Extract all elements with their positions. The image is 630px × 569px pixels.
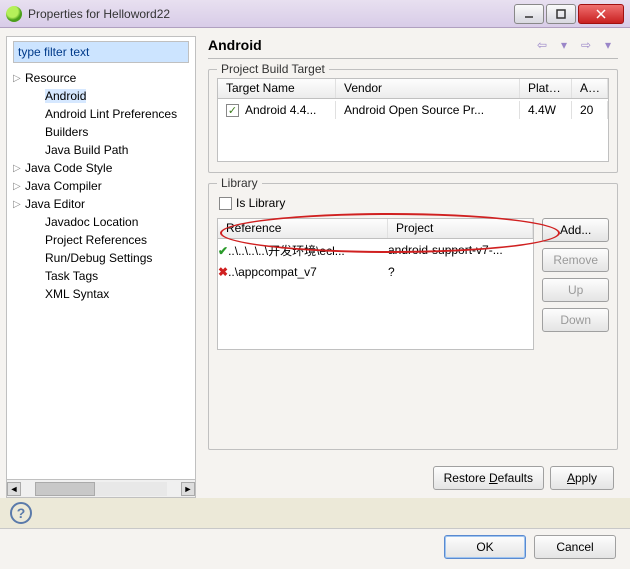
target-platform: 4.4W <box>520 101 572 119</box>
library-group: Library Is Library Reference Project ✔..… <box>208 183 618 450</box>
restore-defaults-button[interactable]: Restore Defaults <box>433 466 544 490</box>
col-target-name[interactable]: Target Name <box>218 79 336 98</box>
sidebar-item-project-references[interactable]: Project References <box>13 231 191 249</box>
sidebar-item-java-editor[interactable]: ▷Java Editor <box>13 195 191 213</box>
col-platform[interactable]: Platfo... <box>520 79 572 98</box>
sidebar-item-builders[interactable]: Builders <box>13 123 191 141</box>
sidebar-item-run-debug-settings[interactable]: Run/Debug Settings <box>13 249 191 267</box>
cancel-button[interactable]: Cancel <box>534 535 616 559</box>
project-name: android-support-v7-... <box>388 243 533 257</box>
sidebar-item-label: Run/Debug Settings <box>45 251 152 265</box>
app-icon <box>6 6 22 22</box>
sidebar: ▷ResourceAndroidAndroid Lint Preferences… <box>6 36 196 498</box>
sidebar-item-label: Java Code Style <box>25 161 112 175</box>
add-button[interactable]: Add... <box>542 218 609 242</box>
library-row[interactable]: ✔..\..\..\..\开发环境\ecl... android-support-… <box>218 239 533 261</box>
build-target-table[interactable]: Target Name Vendor Platfo... AP... Andro… <box>217 78 609 162</box>
target-name: Android 4.4... <box>245 103 316 117</box>
sidebar-item-label: Builders <box>45 125 88 139</box>
x-icon: ✖ <box>218 265 228 279</box>
library-title: Library <box>217 176 262 190</box>
sidebar-item-label: Resource <box>25 71 76 85</box>
reference-path: ..\appcompat_v7 <box>228 265 317 279</box>
project-name: ? <box>388 265 533 279</box>
target-vendor: Android Open Source Pr... <box>336 101 520 119</box>
sidebar-item-java-code-style[interactable]: ▷Java Code Style <box>13 159 191 177</box>
check-icon: ✔ <box>218 244 228 258</box>
title-bar: Properties for Helloword22 <box>0 0 630 28</box>
col-project[interactable]: Project <box>388 219 533 238</box>
col-vendor[interactable]: Vendor <box>336 79 520 98</box>
build-target-title: Project Build Target <box>217 62 329 76</box>
sidebar-item-label: Android Lint Preferences <box>45 107 177 121</box>
sidebar-item-label: Javadoc Location <box>45 215 138 229</box>
sidebar-item-android[interactable]: Android <box>13 87 191 105</box>
sidebar-item-label: Java Compiler <box>25 179 102 193</box>
back-button[interactable]: ⇦ <box>532 36 552 54</box>
apply-button[interactable]: Apply <box>550 466 614 490</box>
library-row[interactable]: ✖..\appcompat_v7? <box>218 261 533 283</box>
expand-icon[interactable]: ▷ <box>13 163 25 174</box>
sidebar-item-java-compiler[interactable]: ▷Java Compiler <box>13 177 191 195</box>
forward-menu[interactable]: ▾ <box>598 36 618 54</box>
build-target-group: Project Build Target Target Name Vendor … <box>208 69 618 173</box>
expand-icon[interactable]: ▷ <box>13 73 25 84</box>
sidebar-item-xml-syntax[interactable]: XML Syntax <box>13 285 191 303</box>
minimize-button[interactable] <box>514 4 544 24</box>
help-icon[interactable]: ? <box>10 502 32 524</box>
target-api: 20 <box>572 101 608 119</box>
ok-button[interactable]: OK <box>444 535 526 559</box>
target-checkbox[interactable] <box>226 104 239 117</box>
sidebar-scrollbar[interactable]: ◄► <box>7 479 195 497</box>
library-table[interactable]: Reference Project ✔..\..\..\..\开发环境\ecl.… <box>217 218 534 350</box>
sidebar-item-resource[interactable]: ▷Resource <box>13 69 191 87</box>
expand-icon[interactable]: ▷ <box>13 181 25 192</box>
sidebar-item-label: Android <box>45 89 86 103</box>
sidebar-item-javadoc-location[interactable]: Javadoc Location <box>13 213 191 231</box>
is-library-checkbox[interactable] <box>219 197 232 210</box>
forward-button[interactable]: ⇨ <box>576 36 596 54</box>
sidebar-item-java-build-path[interactable]: Java Build Path <box>13 141 191 159</box>
sidebar-item-task-tags[interactable]: Task Tags <box>13 267 191 285</box>
reference-path: ..\..\..\..\开发环境\ecl... <box>228 244 345 258</box>
window-title: Properties for Helloword22 <box>28 7 514 21</box>
expand-icon[interactable]: ▷ <box>13 199 25 210</box>
sidebar-item-android-lint-preferences[interactable]: Android Lint Preferences <box>13 105 191 123</box>
col-api[interactable]: AP... <box>572 79 608 98</box>
sidebar-item-label: Java Build Path <box>45 143 128 157</box>
is-library-label: Is Library <box>236 196 285 210</box>
sidebar-item-label: XML Syntax <box>45 287 109 301</box>
page-title: Android <box>208 37 530 53</box>
back-menu[interactable]: ▾ <box>554 36 574 54</box>
maximize-button[interactable] <box>546 4 576 24</box>
sidebar-item-label: Java Editor <box>25 197 85 211</box>
category-tree[interactable]: ▷ResourceAndroidAndroid Lint Preferences… <box>7 67 195 479</box>
sidebar-item-label: Task Tags <box>45 269 98 283</box>
up-button[interactable]: Up <box>542 278 609 302</box>
close-button[interactable] <box>578 4 624 24</box>
remove-button[interactable]: Remove <box>542 248 609 272</box>
table-row[interactable]: Android 4.4... Android Open Source Pr...… <box>218 99 608 121</box>
filter-input[interactable] <box>13 41 189 63</box>
sidebar-item-label: Project References <box>45 233 147 247</box>
col-reference[interactable]: Reference <box>218 219 388 238</box>
down-button[interactable]: Down <box>542 308 609 332</box>
